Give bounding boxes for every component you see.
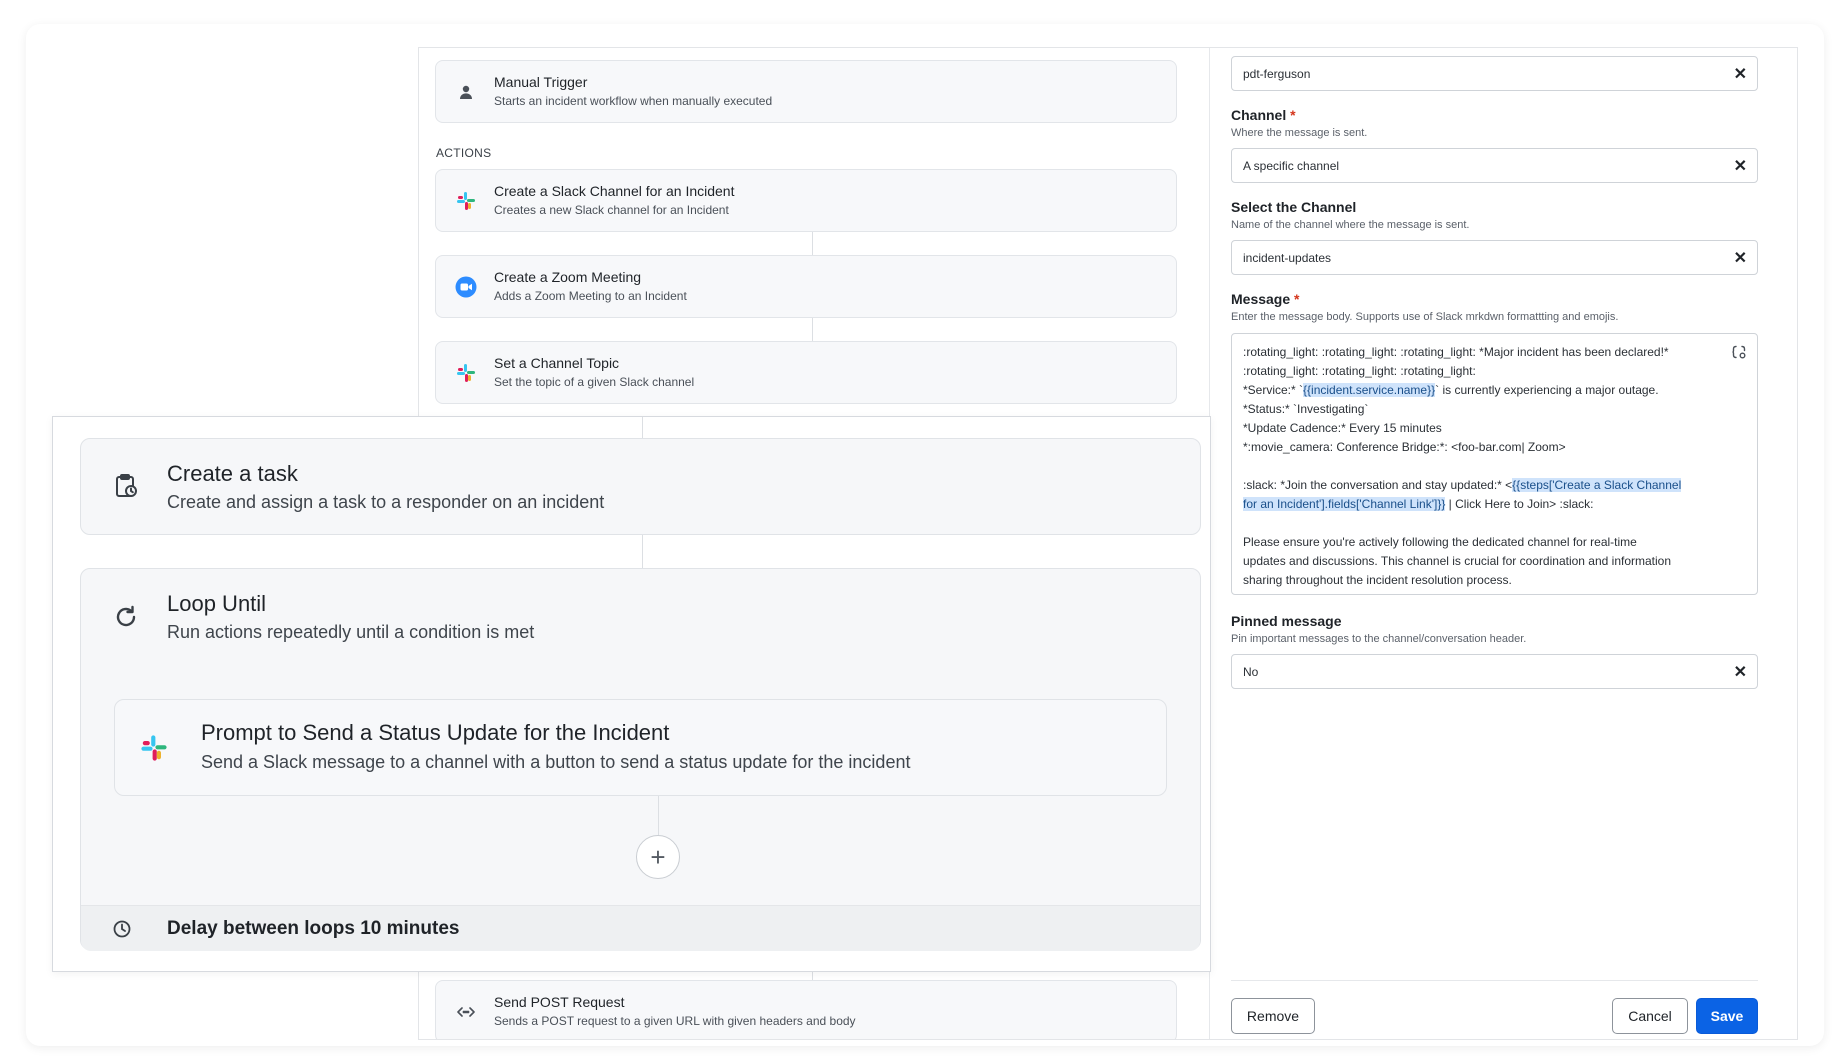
step-description: Creates a new Slack channel for an Incid… <box>494 203 729 217</box>
code-icon <box>454 1000 478 1024</box>
step-title: Prompt to Send a Status Update for the I… <box>201 720 670 745</box>
screen: Manual Trigger Starts an incident workfl… <box>0 0 1842 1062</box>
remove-button[interactable]: Remove <box>1231 998 1315 1034</box>
step-title: Manual Trigger <box>494 74 588 90</box>
step-manual-trigger[interactable]: Manual Trigger Starts an incident workfl… <box>435 60 1177 123</box>
person-icon <box>454 80 478 104</box>
step-send-post-request[interactable]: Send POST Request Sends a POST request t… <box>435 980 1177 1039</box>
connector-line <box>642 417 643 438</box>
template-variable: {{steps['Create a Slack Channel <box>1512 478 1682 492</box>
step-description: Set the topic of a given Slack channel <box>494 375 695 389</box>
step-description: Adds a Zoom Meeting to an Incident <box>494 289 687 303</box>
step-loop-until[interactable]: Loop Until Run actions repeatedly until … <box>80 568 1201 951</box>
message-help: Enter the message body. Supports use of … <box>1231 311 1619 323</box>
step-description: Starts an incident workflow when manuall… <box>494 94 773 108</box>
connector-line <box>658 796 659 835</box>
message-line: *Update Cadence:* Every 15 minutes <box>1243 421 1442 435</box>
message-line: :rotating_light: :rotating_light: :rotat… <box>1243 345 1669 359</box>
channel-label: Channel * <box>1231 107 1296 123</box>
template-variable: {{incident.service.name}} <box>1303 383 1436 397</box>
step-create-task[interactable]: Create a task Create and assign a task t… <box>80 438 1201 535</box>
select-channel-label: Select the Channel <box>1231 199 1357 215</box>
clock-icon <box>112 919 132 939</box>
clear-icon[interactable]: ✕ <box>1734 662 1747 682</box>
connector-line <box>642 535 643 568</box>
step-description: Send a Slack message to a channel with a… <box>201 752 911 772</box>
message-text: | Click Here to Join> :slack: <box>1445 497 1594 511</box>
select-value: pdt-ferguson <box>1243 67 1311 81</box>
actions-section-label: ACTIONS <box>436 146 492 160</box>
message-line: sharing throughout the incident resoluti… <box>1243 573 1512 587</box>
message-line: *Service:* `{{incident.service.name}}` i… <box>1243 381 1717 400</box>
slack-icon <box>139 733 169 763</box>
zoomed-steps-overlay: Create a task Create and assign a task t… <box>52 416 1211 972</box>
channel-help: Where the message is sent. <box>1231 127 1368 139</box>
variable-insert-icon[interactable] <box>1731 344 1749 362</box>
step-create-slack-channel[interactable]: Create a Slack Channel for an Incident C… <box>435 169 1177 232</box>
loop-delay-footer: Delay between loops 10 minutes <box>81 905 1200 951</box>
step-prompt-status-update[interactable]: Prompt to Send a Status Update for the I… <box>114 699 1167 796</box>
select-channel-help: Name of the channel where the message is… <box>1231 219 1470 231</box>
message-text: ` is currently experiencing a major outa… <box>1435 383 1659 397</box>
step-description: Run actions repeatedly until a condition… <box>167 622 535 642</box>
select-channel-select[interactable]: incident-updates ✕ <box>1231 240 1758 275</box>
footer-divider <box>1231 980 1758 981</box>
message-text: :slack: *Join the conversation and stay … <box>1243 478 1513 492</box>
top-select[interactable]: pdt-ferguson ✕ <box>1231 56 1758 91</box>
message-line: Please ensure you're actively following … <box>1243 535 1637 549</box>
message-line: :slack: *Join the conversation and stay … <box>1243 476 1717 495</box>
channel-label-text: Channel <box>1231 107 1287 123</box>
message-textarea[interactable]: :rotating_light: :rotating_light: :rotat… <box>1231 333 1758 595</box>
clipboard-clock-icon <box>111 471 141 501</box>
message-line: updates and discussions. This channel is… <box>1243 554 1672 568</box>
cancel-button[interactable]: Cancel <box>1612 998 1688 1034</box>
message-line: for an Incident'].fields['Channel Link']… <box>1243 495 1717 514</box>
message-text: *Service:* ` <box>1243 383 1304 397</box>
step-title: Create a Slack Channel for an Incident <box>494 183 735 199</box>
step-description: Create and assign a task to a responder … <box>167 492 605 512</box>
zoom-icon <box>454 275 478 299</box>
template-variable: for an Incident'].fields['Channel Link']… <box>1243 497 1446 511</box>
save-button[interactable]: Save <box>1696 998 1758 1034</box>
clear-icon[interactable]: ✕ <box>1734 156 1747 176</box>
slack-icon <box>454 189 478 213</box>
message-label: Message * <box>1231 291 1300 307</box>
step-create-zoom-meeting[interactable]: Create a Zoom Meeting Adds a Zoom Meetin… <box>435 255 1177 318</box>
slack-icon <box>454 361 478 385</box>
pinned-message-label: Pinned message <box>1231 613 1342 629</box>
message-line: *:movie_camera: Conference Bridge:*: <fo… <box>1243 440 1566 454</box>
step-title: Loop Until <box>167 591 267 616</box>
message-line: *Status:* `Investigating` <box>1243 402 1369 416</box>
step-title: Set a Channel Topic <box>494 355 620 371</box>
connector-line <box>812 232 813 255</box>
step-title: Send POST Request <box>494 994 625 1010</box>
message-label-text: Message <box>1231 291 1291 307</box>
required-marker: * <box>1294 291 1300 307</box>
refresh-icon <box>111 602 141 632</box>
pinned-message-select[interactable]: No ✕ <box>1231 654 1758 689</box>
step-title: Create a task <box>167 461 298 486</box>
loop-delay-text: Delay between loops 10 minutes <box>167 918 460 939</box>
clear-icon[interactable]: ✕ <box>1734 248 1747 268</box>
required-marker: * <box>1290 107 1296 123</box>
select-value: A specific channel <box>1243 159 1340 173</box>
step-title: Create a Zoom Meeting <box>494 269 642 285</box>
clear-icon[interactable]: ✕ <box>1734 64 1747 84</box>
message-line: :rotating_light: :rotating_light: :rotat… <box>1243 364 1476 378</box>
channel-select[interactable]: A specific channel ✕ <box>1231 148 1758 183</box>
step-description: Sends a POST request to a given URL with… <box>494 1014 856 1028</box>
select-value: No <box>1243 665 1259 679</box>
add-step-button[interactable]: + <box>636 835 680 879</box>
pinned-message-help: Pin important messages to the channel/co… <box>1231 633 1527 645</box>
select-value: incident-updates <box>1243 251 1332 265</box>
step-set-channel-topic[interactable]: Set a Channel Topic Set the topic of a g… <box>435 341 1177 404</box>
step-config-form: pdt-ferguson ✕ Channel * Where the messa… <box>1231 48 1771 1039</box>
connector-line <box>812 318 813 341</box>
